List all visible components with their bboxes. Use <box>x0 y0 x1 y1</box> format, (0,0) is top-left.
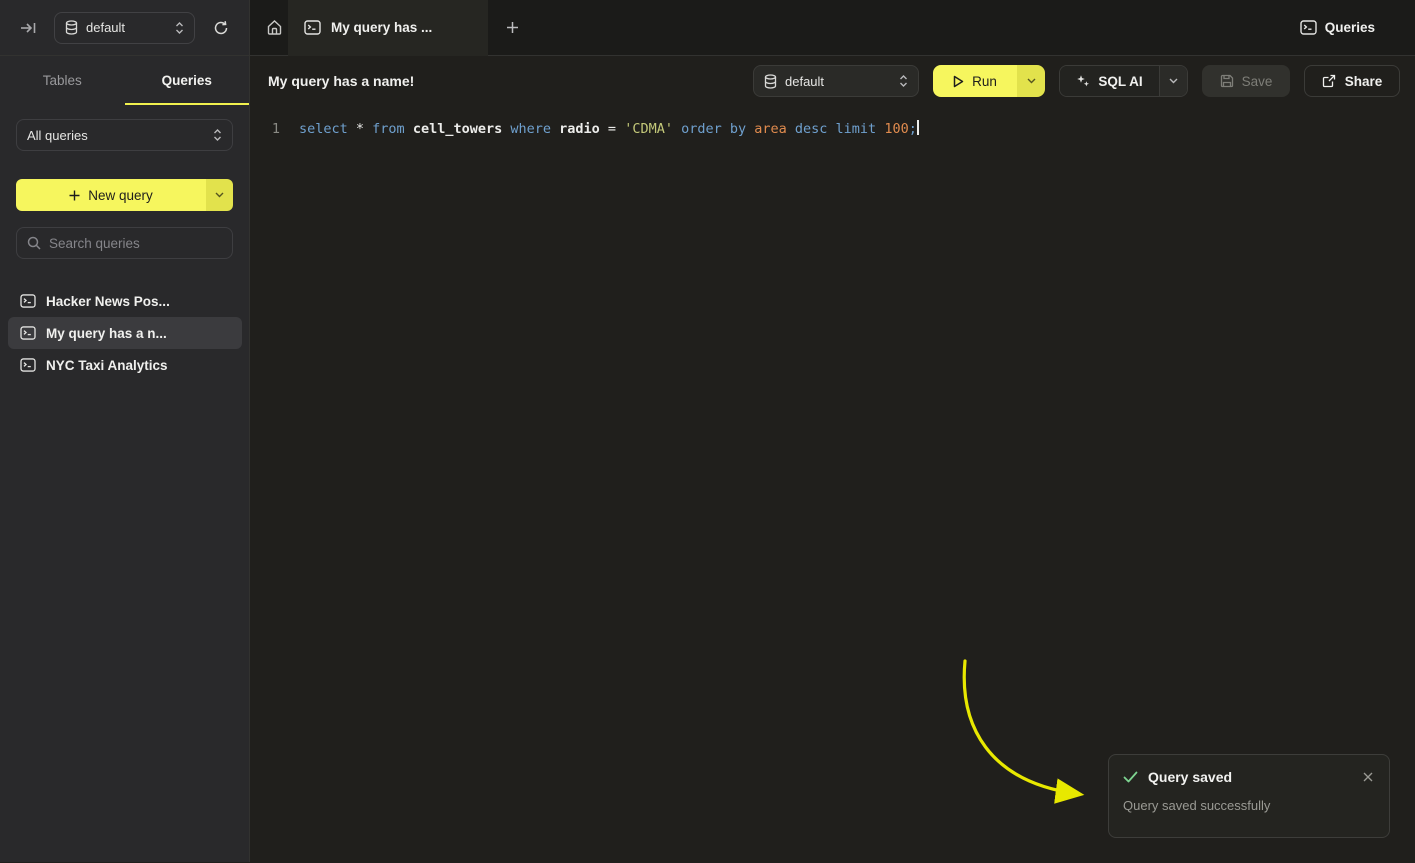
database-selector[interactable]: default <box>54 12 195 44</box>
sql-ai-split-button: SQL AI <box>1059 65 1188 97</box>
main-pane: My query has a name! default <box>250 56 1415 862</box>
queries-corner-button[interactable]: Queries <box>1300 20 1375 35</box>
save-label: Save <box>1242 74 1273 89</box>
toast-message: Query saved successfully <box>1123 798 1375 813</box>
share-button[interactable]: Share <box>1304 65 1400 97</box>
run-button[interactable]: Run <box>933 65 1017 97</box>
tab-tables[interactable]: Tables <box>0 56 125 105</box>
database-icon <box>65 20 78 35</box>
top-bar: default <box>0 0 1415 56</box>
search-icon <box>27 236 41 250</box>
save-button[interactable]: Save <box>1202 65 1290 97</box>
query-terminal-icon <box>20 294 36 308</box>
refresh-button[interactable] <box>207 14 235 42</box>
sidebar-body: All queries New query <box>0 105 249 381</box>
run-dropdown-button[interactable] <box>1017 65 1045 97</box>
database-icon <box>764 74 777 89</box>
toolbar: default Run <box>753 65 1400 97</box>
check-icon <box>1123 771 1138 783</box>
sql-ai-dropdown-button[interactable] <box>1159 66 1187 96</box>
share-label: Share <box>1345 74 1383 89</box>
chevron-updown-icon <box>175 21 184 35</box>
toast-query-saved: Query saved Query saved successfully <box>1108 754 1390 838</box>
collapse-sidebar-button[interactable] <box>14 14 42 42</box>
sql-editor[interactable]: 1 select * from cell_towers where radio … <box>250 106 1415 862</box>
toolbar-database-selector[interactable]: default <box>753 65 919 97</box>
sql-ai-button[interactable]: SQL AI <box>1060 66 1159 96</box>
new-tab-button[interactable] <box>498 14 526 42</box>
plus-icon <box>69 190 80 201</box>
share-export-icon <box>1322 74 1336 88</box>
chevron-updown-icon <box>899 74 908 88</box>
content: Tables Queries All queries New query <box>0 56 1415 862</box>
chevron-down-icon <box>1027 78 1036 84</box>
new-query-label: New query <box>88 188 153 203</box>
query-item-label: NYC Taxi Analytics <box>46 358 168 373</box>
line-number: 1 <box>250 121 280 137</box>
query-terminal-icon <box>304 20 321 35</box>
tab-queries[interactable]: Queries <box>125 56 250 105</box>
query-filter-value: All queries <box>27 128 88 143</box>
query-item-label: Hacker News Pos... <box>46 294 170 309</box>
query-item-label: My query has a n... <box>46 326 167 341</box>
query-list-item[interactable]: Hacker News Pos... <box>8 285 242 317</box>
query-search <box>16 227 233 259</box>
play-icon <box>953 75 964 88</box>
tab-my-query[interactable]: My query has ... <box>288 0 488 56</box>
plus-icon <box>506 21 519 34</box>
top-bar-left: default <box>0 0 250 55</box>
queries-corner-label: Queries <box>1325 20 1375 35</box>
query-title: My query has a name! <box>268 73 414 89</box>
toast-header: Query saved <box>1123 769 1375 785</box>
database-selector-value: default <box>86 20 167 35</box>
tab-label: My query has ... <box>331 20 432 35</box>
home-icon <box>266 19 283 36</box>
query-terminal-icon <box>20 358 36 372</box>
new-query-button[interactable]: New query <box>16 179 206 211</box>
query-list: Hacker News Pos... My query has a n... <box>8 285 242 381</box>
query-filter-select[interactable]: All queries <box>16 119 233 151</box>
new-query-split-button: New query <box>16 179 233 211</box>
sql-ai-label: SQL AI <box>1098 74 1142 89</box>
toolbar-database-value: default <box>785 74 824 89</box>
code-line-1: 1 select * from cell_towers where radio … <box>250 118 1415 139</box>
query-list-item[interactable]: NYC Taxi Analytics <box>8 349 242 381</box>
save-floppy-icon <box>1220 74 1234 88</box>
chevron-down-icon <box>1169 78 1178 84</box>
tab-strip: My query has ... Queries <box>250 0 1415 55</box>
new-query-dropdown-button[interactable] <box>206 179 233 211</box>
refresh-icon <box>213 20 229 36</box>
query-terminal-icon <box>20 326 36 340</box>
main-header: My query has a name! default <box>250 56 1415 106</box>
arrow-to-bar-icon <box>20 21 37 35</box>
run-split-button: Run <box>933 65 1045 97</box>
home-button[interactable] <box>260 14 288 42</box>
sidebar: Tables Queries All queries New query <box>0 56 250 862</box>
toast-close-button[interactable] <box>1361 770 1375 784</box>
chevron-updown-icon <box>213 128 222 142</box>
chevron-down-icon <box>215 192 224 198</box>
sparkle-icon <box>1076 74 1090 88</box>
search-input[interactable] <box>49 236 222 251</box>
toast-title: Query saved <box>1148 769 1351 785</box>
query-terminal-icon <box>1300 20 1317 35</box>
text-cursor <box>917 120 919 135</box>
run-label: Run <box>972 74 997 89</box>
sql-code: select * from cell_towers where radio = … <box>280 120 919 137</box>
sidebar-tabs: Tables Queries <box>0 56 249 105</box>
query-list-item-selected[interactable]: My query has a n... <box>8 317 242 349</box>
